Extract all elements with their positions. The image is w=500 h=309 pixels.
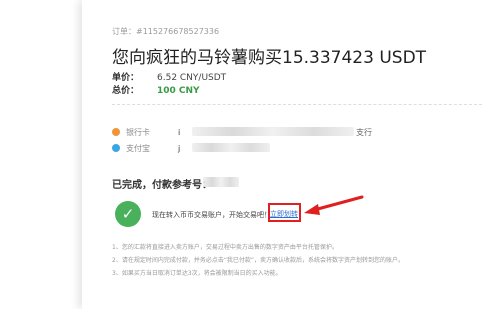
- payment-method-bank: 银行卡 i: [112, 127, 180, 138]
- red-arrow-icon: [304, 195, 364, 215]
- unit-price-label: 单价：: [112, 73, 140, 83]
- page-title: 您向疯狂的马铃薯购买15.337423 USDT: [112, 48, 427, 68]
- order-card: 订单：#115276678527336 您向疯狂的马铃薯购买15.337423 …: [82, 0, 500, 309]
- divider: [112, 104, 482, 105]
- status-text: 已完成，付款参考号：: [112, 180, 212, 191]
- payment-status: 已完成，付款参考号：: [112, 176, 212, 191]
- total-price-row: 总价： 100 CNY: [112, 83, 200, 96]
- total-price-value: 100 CNY: [157, 86, 200, 96]
- payment-account-prefix: j: [178, 144, 181, 153]
- alipay-icon: [112, 144, 120, 152]
- transfer-prompt: 现在转入币币交易账户，开始交易吧！: [152, 211, 271, 219]
- note-item: 3、如果买方当日取消订单达3次，将会被限制当日的买入功能。: [112, 270, 282, 277]
- bank-branch-suffix: 支行: [356, 128, 372, 137]
- bank-card-icon: [112, 128, 120, 136]
- note-item: 2、请在规定时间内完成付款，并务必点击“我已付款”，卖方确认收款后，系统会将数字…: [112, 257, 405, 264]
- check-icon: ✓: [115, 201, 141, 227]
- unit-price-row: 单价： 6.52 CNY/USDT: [112, 70, 226, 83]
- redacted-reference-number: [203, 177, 239, 187]
- order-number: 订单：#115276678527336: [112, 27, 220, 36]
- payment-method-alipay: 支付宝 j: [112, 143, 180, 154]
- total-price-label: 总价：: [112, 86, 140, 96]
- page: 订单：#115276678527336 您向疯狂的马铃薯购买15.337423 …: [0, 0, 500, 309]
- transfer-now-link[interactable]: 立即划转: [270, 209, 298, 219]
- redacted-alipay-account: [192, 143, 270, 152]
- notes-list: 1、您的汇款将直接进入卖方账户，交易过程中卖方出售的数字资产由平台托管保护。 2…: [112, 241, 404, 280]
- payment-account-prefix: i: [178, 128, 181, 137]
- payment-method-name: 支付宝: [126, 144, 150, 153]
- payment-method-name: 银行卡: [126, 128, 150, 137]
- note-item: 1、您的汇款将直接进入卖方账户，交易过程中卖方出售的数字资产由平台托管保护。: [112, 244, 338, 251]
- unit-price-value: 6.52 CNY/USDT: [157, 73, 227, 83]
- redacted-bank-account: [192, 127, 354, 136]
